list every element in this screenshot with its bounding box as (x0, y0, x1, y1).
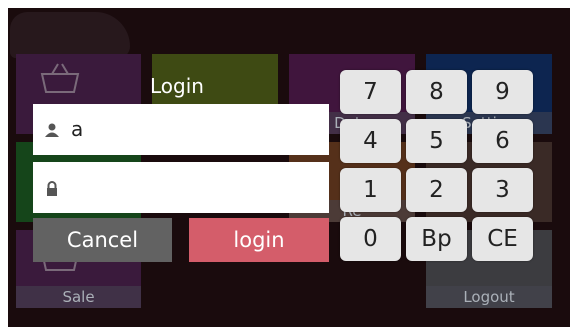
key-5[interactable]: 5 (406, 119, 467, 163)
key-6[interactable]: 6 (472, 119, 533, 163)
cancel-button[interactable]: Cancel (33, 218, 172, 262)
password-field[interactable] (33, 162, 329, 213)
login-button[interactable]: login (189, 218, 329, 262)
login-title: Login (150, 74, 204, 98)
tile-logout-label: Logout (426, 286, 552, 308)
key-8[interactable]: 8 (406, 70, 467, 114)
tile-sale-label: Sale (16, 286, 141, 308)
user-icon (45, 123, 59, 137)
key-0[interactable]: 0 (340, 217, 401, 261)
username-field[interactable]: a (33, 104, 329, 155)
key-2[interactable]: 2 (406, 168, 467, 212)
key-backspace[interactable]: Bp (406, 217, 467, 261)
key-7[interactable]: 7 (340, 70, 401, 114)
key-9[interactable]: 9 (472, 70, 533, 114)
basket-icon (40, 63, 80, 93)
lock-icon (47, 181, 57, 196)
username-value: a (71, 117, 84, 141)
cloud-decoration (10, 12, 130, 58)
key-1[interactable]: 1 (340, 168, 401, 212)
key-clear[interactable]: CE (472, 217, 533, 261)
key-4[interactable]: 4 (340, 119, 401, 163)
key-3[interactable]: 3 (472, 168, 533, 212)
